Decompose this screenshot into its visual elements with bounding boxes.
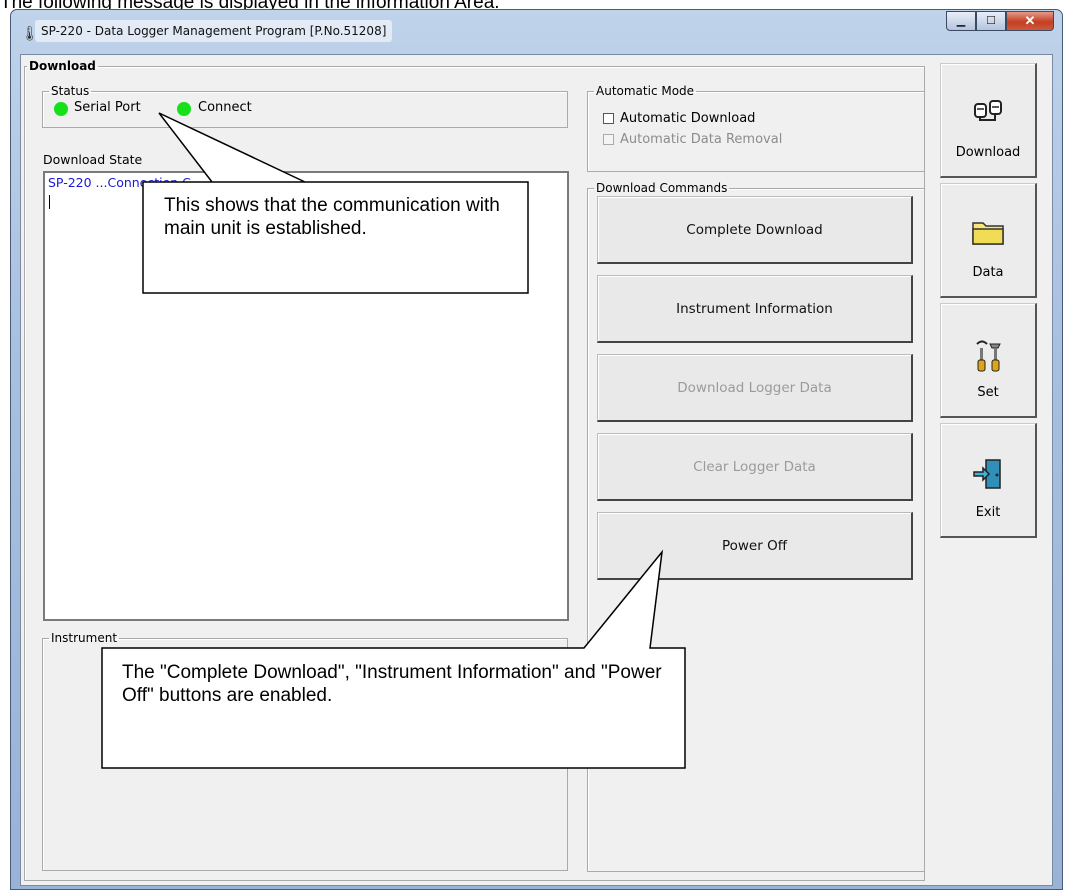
- sidebar-download-button[interactable]: Download: [940, 63, 1037, 178]
- instrument-title: Instrument: [51, 631, 118, 645]
- automatic-download-label: Automatic Download: [620, 111, 756, 126]
- text-caret: [49, 195, 50, 209]
- serial-port-led-icon: [54, 102, 68, 116]
- instrument-information-button[interactable]: Instrument Information: [597, 275, 913, 343]
- automatic-data-removal-checkbox: Automatic Data Removal: [603, 132, 782, 147]
- power-off-button[interactable]: Power Off: [597, 512, 913, 580]
- download-state-label: Download State: [43, 152, 143, 167]
- checkbox-icon[interactable]: [603, 113, 614, 124]
- tools-icon: [941, 338, 1035, 372]
- sidebar-set-label: Set: [977, 385, 999, 400]
- complete-download-button[interactable]: Complete Download: [597, 196, 913, 264]
- log-line: SP-220 ...Connection C: [48, 175, 191, 190]
- connect-label: Connect: [198, 100, 252, 115]
- download-group-title: Download: [29, 59, 96, 73]
- buttons-callout: The "Complete Download", "Instrument Inf…: [122, 662, 662, 706]
- close-button[interactable]: ✕: [1006, 11, 1054, 31]
- window-controls: ▁ ☐ ✕: [946, 11, 1054, 31]
- title-bar[interactable]: 🌡 SP-220 - Data Logger Management Progra…: [11, 10, 1062, 54]
- connection-callout: This shows that the communication with m…: [164, 195, 500, 239]
- sidebar-download-label: Download: [955, 145, 1021, 160]
- download-commands-title: Download Commands: [596, 181, 728, 195]
- sidebar-data-label: Data: [972, 265, 1004, 280]
- sidebar-set-button[interactable]: Set: [940, 303, 1037, 418]
- status-title: Status: [51, 84, 90, 98]
- sidebar-exit-button[interactable]: Exit: [940, 423, 1037, 538]
- clear-logger-data-button: Clear Logger Data: [597, 433, 913, 501]
- sidebar-exit-label: Exit: [975, 505, 1001, 520]
- automatic-download-checkbox[interactable]: Automatic Download: [603, 111, 755, 126]
- connect-led-icon: [177, 102, 191, 116]
- window-title: SP-220 - Data Logger Management Program …: [35, 20, 393, 42]
- download-logger-data-button: Download Logger Data: [597, 354, 913, 422]
- checkbox-icon: [603, 134, 614, 145]
- automatic-mode-title: Automatic Mode: [596, 84, 695, 98]
- minimize-button[interactable]: ▁: [946, 11, 976, 31]
- automatic-data-removal-label: Automatic Data Removal: [620, 132, 783, 147]
- app-window: 🌡 SP-220 - Data Logger Management Progra…: [10, 9, 1063, 890]
- serial-port-label: Serial Port: [74, 100, 141, 115]
- exit-door-icon: [941, 458, 1035, 492]
- client-area: Download Status Serial Port Connect Down…: [20, 54, 1053, 886]
- folder-icon: [941, 218, 1035, 252]
- sidebar-data-button[interactable]: Data: [940, 183, 1037, 298]
- automatic-mode-group: Automatic Mode: [587, 84, 925, 172]
- maximize-button[interactable]: ☐: [976, 11, 1006, 31]
- download-icon: [941, 98, 1035, 132]
